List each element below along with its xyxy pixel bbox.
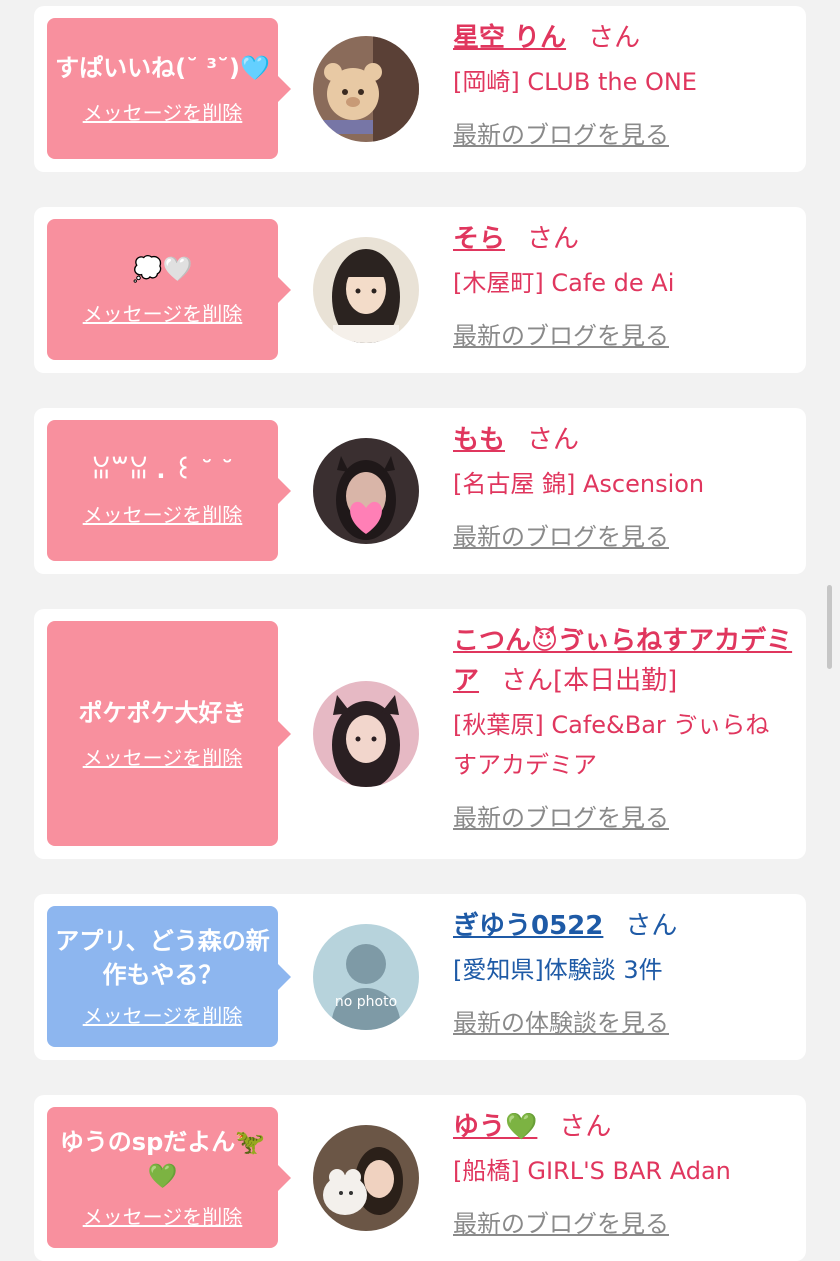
honorific: さん: [559, 1112, 612, 1142]
review-count: [愛知県]体験談 3件: [453, 956, 663, 984]
latest-blog-link[interactable]: 最新のブログを見る: [453, 1207, 669, 1241]
profile-name-link[interactable]: ゆう💚: [453, 1112, 537, 1142]
profile-info: こつん😈ゔぃらねすアカデミア さん[本日出勤] [秋葉原] Cafe&Bar ゔぃ…: [453, 621, 793, 835]
message-card: 💭🤍 メッセージを削除 そら さん [木屋町] Cafe de Ai 最新のブログ…: [34, 207, 806, 373]
name-line: そら さん: [453, 219, 793, 259]
message-card: ポケポケ大好き メッセージを削除 こつん😈ゔぃらねすアカデミア さん[本日出勤] …: [34, 609, 806, 859]
latest-blog-link[interactable]: 最新のブログを見る: [453, 319, 669, 353]
honorific: さん: [625, 911, 678, 941]
attendance-label: [本日出勤]: [553, 666, 678, 696]
latest-review-link[interactable]: 最新の体験談を見る: [453, 1006, 669, 1040]
shop-name: [木屋町] Cafe de Ai: [453, 269, 675, 297]
delete-message-link[interactable]: メッセージを削除: [83, 97, 243, 126]
profile-name-link[interactable]: ぎゆう0522: [453, 911, 603, 941]
delete-message-link[interactable]: メッセージを削除: [83, 1000, 243, 1029]
message-bubble: 💭🤍 メッセージを削除: [47, 219, 291, 360]
no-photo-placeholder[interactable]: no photo: [313, 924, 419, 1030]
profile-info: ゆう💚 さん [船橋] GIRL'S BAR Adan 最新のブログを見る: [453, 1107, 793, 1241]
message-bubble: ポケポケ大好き メッセージを削除: [47, 621, 291, 846]
message-bubble: ꈍ꒳ꈍ . ꒰ ˘ ˘ メッセージを削除: [47, 420, 291, 561]
profile-info: もも さん [名古屋 錦] Ascension 最新のブログを見る: [453, 420, 793, 554]
name-line: こつん😈ゔぃらねすアカデミア さん[本日出勤]: [453, 621, 793, 701]
name-line: もも さん: [453, 420, 793, 460]
shop-name: [秋葉原] Cafe&Bar ゔぃらねすアカデミア: [453, 711, 770, 779]
name-line: ぎゆう0522 さん: [453, 906, 793, 946]
shop-name: [名古屋 錦] Ascension: [453, 470, 705, 498]
profile-info: 星空 りん さん [岡崎] CLUB the ONE 最新のブログを見る: [453, 18, 793, 152]
message-text: ポケポケ大好き: [78, 699, 247, 727]
message-bubble: すぱいいね(˘ ³˘)🩵 メッセージを削除: [47, 18, 291, 159]
delete-message-link[interactable]: メッセージを削除: [83, 742, 243, 771]
message-text: ゆうのspだよん🦖💚: [59, 1128, 266, 1190]
message-text: 💭🤍: [132, 255, 193, 283]
message-card: アプリ、どう森の新作もやる？ メッセージを削除 no photo ぎゆう0522…: [34, 894, 806, 1060]
honorific: さん: [588, 23, 641, 53]
heart-cover-avatar[interactable]: [313, 438, 419, 544]
no-photo-label: no photo: [335, 994, 397, 1010]
message-bubble: アプリ、どう森の新作もやる？ メッセージを削除: [47, 906, 291, 1047]
profile-info: そら さん [木屋町] Cafe de Ai 最新のブログを見る: [453, 219, 793, 353]
delete-message-link[interactable]: メッセージを削除: [83, 298, 243, 327]
profile-info: ぎゆう0522 さん [愛知県]体験談 3件 最新の体験談を見る: [453, 906, 793, 1040]
message-text: すぱいいね(˘ ³˘)🩵: [55, 54, 270, 82]
cat-ears-avatar[interactable]: [313, 681, 419, 787]
honorific: さん: [527, 425, 580, 455]
latest-blog-link[interactable]: 最新のブログを見る: [453, 801, 669, 835]
profile-name-link[interactable]: 星空 りん: [453, 23, 566, 53]
message-card: すぱいいね(˘ ³˘)🩵 メッセージを削除 星空 りん さん [岡崎] CLUB …: [34, 6, 806, 172]
latest-blog-link[interactable]: 最新のブログを見る: [453, 118, 669, 152]
message-card: ꈍ꒳ꈍ . ꒰ ˘ ˘ メッセージを削除 もも さん [名古屋 錦] Ascens…: [34, 408, 806, 574]
delete-message-link[interactable]: メッセージを削除: [83, 499, 243, 528]
message-card: ゆうのspだよん🦖💚 メッセージを削除 ゆう💚 さん [船橋] GIRL'S BA…: [34, 1095, 806, 1261]
delete-message-link[interactable]: メッセージを削除: [83, 1201, 243, 1230]
latest-blog-link[interactable]: 最新のブログを見る: [453, 520, 669, 554]
bear-sticker-avatar[interactable]: [313, 36, 419, 142]
scrollbar[interactable]: [827, 585, 832, 669]
shop-name: [岡崎] CLUB the ONE: [453, 68, 697, 96]
plush-avatar[interactable]: [313, 1125, 419, 1231]
message-text: アプリ、どう森の新作もやる？: [55, 927, 270, 989]
message-bubble: ゆうのspだよん🦖💚 メッセージを削除: [47, 1107, 291, 1248]
honorific: さん: [501, 666, 554, 696]
honorific: さん: [527, 224, 580, 254]
shop-name: [船橋] GIRL'S BAR Adan: [453, 1157, 731, 1185]
name-line: ゆう💚 さん: [453, 1107, 793, 1147]
profile-name-link[interactable]: もも: [453, 425, 505, 455]
profile-name-link[interactable]: そら: [453, 224, 505, 254]
profile-photo[interactable]: [313, 237, 419, 343]
name-line: 星空 りん さん: [453, 18, 793, 58]
message-text: ꈍ꒳ꈍ . ꒰ ˘ ˘: [91, 456, 234, 484]
